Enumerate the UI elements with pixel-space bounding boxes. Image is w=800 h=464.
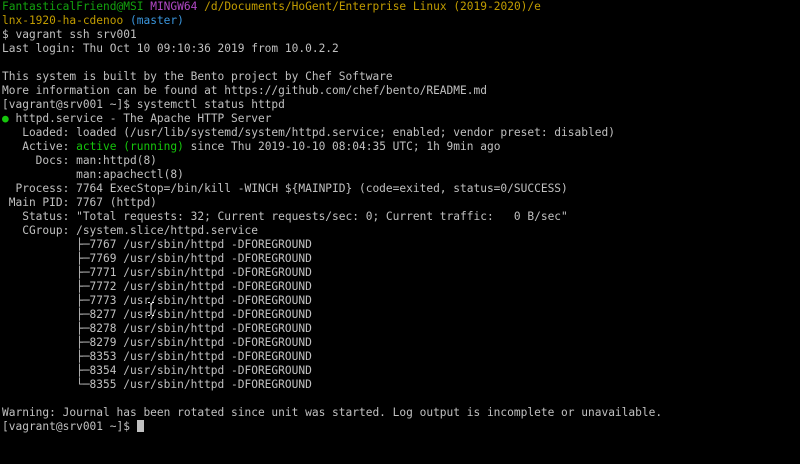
prompt-line-continued: lnx-1920-ha-cdenoo (master): [2, 14, 798, 28]
cgroup-tree-item: ├─7771 /usr/sbin/httpd -DFOREGROUND: [2, 266, 312, 279]
prompt-line: FantasticalFriend@MSI MINGW64 /d/Documen…: [2, 0, 798, 14]
status-docs-2: man:apachectl(8): [2, 168, 184, 181]
command-line: $ vagrant ssh srv001: [2, 28, 798, 42]
terminal-window[interactable]: FantasticalFriend@MSI MINGW64 /d/Documen…: [0, 0, 800, 464]
last-login-line: Last login: Thu Oct 10 09:10:36 2019 fro…: [2, 42, 339, 55]
prompt-git-branch: (master): [130, 14, 184, 27]
cgroup-tree-item: └─8355 /usr/sbin/httpd -DFOREGROUND: [2, 378, 312, 391]
ibeam-cursor-icon: [148, 302, 154, 316]
final-prompt: [vagrant@srv001 ~]$: [2, 420, 137, 433]
status-title: httpd.service - The Apache HTTP Server: [8, 112, 272, 125]
cgroup-tree-item: ├─7767 /usr/sbin/httpd -DFOREGROUND: [2, 238, 312, 251]
status-active-line: Active: active (running) since Thu 2019-…: [2, 140, 798, 154]
cgroup-tree-item: ├─7772 /usr/sbin/httpd -DFOREGROUND: [2, 280, 312, 293]
status-active-value: active (running): [76, 140, 184, 153]
status-cgroup: CGroup: /system.slice/httpd.service: [2, 224, 258, 237]
cgroup-tree-item: ├─7773 /usr/sbin/httpd -DFOREGROUND: [2, 294, 312, 307]
prompt-path: /d/Documents/HoGent/Enterprise Linux (20…: [204, 0, 541, 13]
status-title-line: ● httpd.service - The Apache HTTP Server: [2, 112, 798, 126]
prompt-env: MINGW64: [150, 0, 198, 13]
remote-command-line: [vagrant@srv001 ~]$ systemctl status htt…: [2, 98, 285, 111]
status-main-pid: Main PID: 7767 (httpd): [2, 196, 157, 209]
cgroup-tree-item: ├─8279 /usr/sbin/httpd -DFOREGROUND: [2, 336, 312, 349]
final-prompt-line[interactable]: [vagrant@srv001 ~]$: [2, 420, 798, 434]
status-loaded: Loaded: loaded (/usr/lib/systemd/system/…: [2, 126, 615, 139]
cgroup-tree-item: ├─7769 /usr/sbin/httpd -DFOREGROUND: [2, 252, 312, 265]
cgroup-tree-item: ├─8353 /usr/sbin/httpd -DFOREGROUND: [2, 350, 312, 363]
status-active-label: Active:: [2, 140, 77, 153]
prompt-user-host: FantasticalFriend@MSI: [2, 0, 144, 13]
cgroup-tree-item: ├─8278 /usr/sbin/httpd -DFOREGROUND: [2, 322, 312, 335]
status-bullet-icon: ●: [2, 112, 9, 125]
status-active-rest: since Thu 2019-10-10 08:04:35 UTC; 1h 9m…: [183, 140, 501, 153]
status-docs-1: Docs: man:httpd(8): [2, 154, 157, 167]
status-status-line: Status: "Total requests: 32; Current req…: [2, 210, 568, 223]
cgroup-tree-item: ├─8277 /usr/sbin/httpd -DFOREGROUND: [2, 308, 312, 321]
text-cursor: [136, 420, 144, 432]
prompt-path-continued: lnx-1920-ha-cdenoo: [2, 14, 124, 27]
motd-line-2: More information can be found at https:/…: [2, 84, 487, 97]
prompt-symbol: $: [2, 28, 9, 41]
journal-warning: Warning: Journal has been rotated since …: [2, 406, 663, 419]
motd-line-1: This system is built by the Bento projec…: [2, 70, 393, 83]
status-process: Process: 7764 ExecStop=/bin/kill -WINCH …: [2, 182, 568, 195]
cgroup-tree-item: ├─8354 /usr/sbin/httpd -DFOREGROUND: [2, 364, 312, 377]
command-text: vagrant ssh srv001: [15, 28, 137, 41]
